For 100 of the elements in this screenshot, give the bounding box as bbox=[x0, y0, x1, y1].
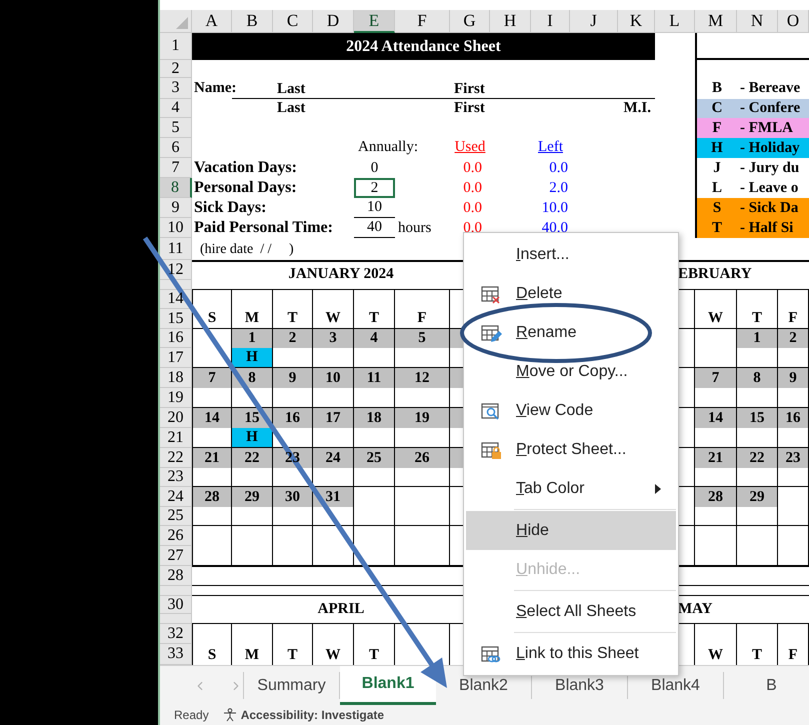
date-cell: 1 bbox=[737, 329, 778, 348]
date-cell: 18 bbox=[354, 408, 395, 428]
date-cell: 16 bbox=[778, 408, 809, 428]
balance-label: Vacation Days: bbox=[193, 158, 297, 178]
row-header[interactable]: 16 bbox=[160, 329, 192, 348]
column-header[interactable]: H bbox=[490, 10, 531, 33]
row-header[interactable]: 26 bbox=[160, 526, 192, 546]
row-header[interactable]: 32 bbox=[160, 624, 192, 644]
row-header[interactable]: 10 bbox=[160, 218, 192, 238]
date-cell: 21 bbox=[695, 448, 737, 468]
calendar-title: JANUARY 2024 bbox=[288, 267, 394, 282]
date-cell: 16 bbox=[273, 408, 313, 428]
row-header[interactable]: 25 bbox=[160, 507, 192, 526]
date-cell: 12 bbox=[395, 368, 450, 388]
menu-item[interactable]: Link to this Sheet bbox=[466, 634, 676, 673]
menu-item[interactable]: Delete bbox=[466, 274, 676, 313]
row-header[interactable]: 6 bbox=[160, 138, 192, 158]
name-label: Name: bbox=[193, 78, 236, 98]
legend-entry: T - Half Si bbox=[697, 218, 809, 238]
column-header[interactable]: E bbox=[354, 10, 395, 33]
column-header[interactable]: C bbox=[273, 10, 313, 33]
name-field-label: Last bbox=[276, 99, 306, 118]
row-header[interactable]: 18 bbox=[160, 368, 192, 388]
column-header[interactable]: B bbox=[232, 10, 273, 33]
column-header[interactable]: K bbox=[618, 10, 655, 33]
row-header[interactable]: 27 bbox=[160, 546, 192, 566]
menu-item[interactable]: Protect Sheet... bbox=[466, 430, 676, 469]
row-header[interactable]: 8 bbox=[160, 178, 192, 198]
date-cell: 9 bbox=[273, 368, 313, 388]
row-header[interactable]: 20 bbox=[160, 408, 192, 428]
row-header[interactable]: 23 bbox=[160, 468, 192, 487]
row-header[interactable]: 7 bbox=[160, 158, 192, 178]
row-header[interactable]: 28 bbox=[160, 566, 192, 586]
row-header[interactable]: 19 bbox=[160, 388, 192, 408]
annual-cell[interactable]: 2 bbox=[354, 178, 395, 198]
row-header[interactable]: 24 bbox=[160, 487, 192, 507]
column-header[interactable]: L bbox=[655, 10, 695, 33]
menu-item[interactable]: View Code bbox=[466, 391, 676, 430]
row-header[interactable]: 33 bbox=[160, 644, 192, 665]
date-cell: 3 bbox=[313, 329, 354, 348]
date-cell: 9 bbox=[778, 368, 809, 388]
hire-date-text: (hire date / / ) bbox=[199, 240, 294, 258]
row-header[interactable]: 5 bbox=[160, 118, 192, 138]
date-cell: 28 bbox=[192, 487, 232, 507]
weekday-cell: W bbox=[695, 290, 737, 329]
unit-label: hours bbox=[397, 218, 432, 238]
left-value: 10.0 bbox=[542, 198, 569, 218]
accessibility-status[interactable]: Accessibility: Investigate bbox=[240, 706, 384, 724]
left-value: 40.0 bbox=[542, 218, 569, 238]
used-value: 0.0 bbox=[463, 178, 483, 198]
legend-entry: C - Confere bbox=[697, 99, 809, 118]
row-header[interactable]: 11 bbox=[160, 238, 192, 260]
used-value: 0.0 bbox=[463, 218, 483, 238]
balance-label: Personal Days: bbox=[193, 178, 297, 198]
date-cell: 23 bbox=[778, 448, 809, 468]
menu-item[interactable]: Tab Color bbox=[466, 469, 676, 508]
date-cell: 29 bbox=[232, 487, 273, 507]
column-header[interactable]: N bbox=[737, 10, 778, 33]
row-header[interactable]: 3 bbox=[160, 78, 192, 99]
row-header[interactable]: 1 bbox=[160, 33, 192, 60]
column-header[interactable]: I bbox=[531, 10, 570, 33]
column-header[interactable]: G bbox=[450, 10, 490, 33]
legend-entry: S - Sick Da bbox=[697, 198, 809, 218]
date-cell: 29 bbox=[737, 487, 778, 507]
menu-item[interactable]: Hide bbox=[466, 511, 676, 550]
column-header[interactable]: D bbox=[313, 10, 354, 33]
annual-cell[interactable]: 0 bbox=[354, 158, 395, 178]
row-header[interactable]: 17 bbox=[160, 348, 192, 368]
used-heading: Used bbox=[454, 138, 486, 156]
annual-cell[interactable]: 10 bbox=[354, 198, 395, 218]
used-value: 0.0 bbox=[463, 198, 483, 218]
column-header[interactable]: M bbox=[695, 10, 737, 33]
name-field-label: Last bbox=[276, 80, 306, 99]
annual-cell[interactable]: 40 bbox=[354, 218, 395, 238]
menu-item[interactable]: Select All Sheets bbox=[466, 592, 676, 631]
date-cell: 14 bbox=[192, 408, 232, 428]
name-field-label: First bbox=[453, 80, 486, 99]
date-cell: 10 bbox=[313, 368, 354, 388]
date-cell: 7 bbox=[695, 368, 737, 388]
menu-item[interactable]: Move or Copy... bbox=[466, 352, 676, 391]
column-header[interactable]: J bbox=[570, 10, 618, 33]
weekday-cell: S bbox=[192, 290, 232, 329]
row-header[interactable]: 2 bbox=[160, 60, 192, 78]
column-header[interactable]: F bbox=[395, 10, 450, 33]
row-header[interactable]: 22 bbox=[160, 448, 192, 468]
row-header[interactable]: 15 bbox=[160, 309, 192, 329]
column-header[interactable]: A bbox=[192, 10, 232, 33]
row-header[interactable]: 30 bbox=[160, 596, 192, 614]
menu-item[interactable]: Rename bbox=[466, 313, 676, 352]
date-cell: 24 bbox=[313, 448, 354, 468]
column-header[interactable]: O bbox=[778, 10, 809, 33]
date-cell: 1 bbox=[232, 329, 273, 348]
row-header[interactable]: 21 bbox=[160, 428, 192, 448]
leave-code-cell: H bbox=[232, 348, 273, 368]
date-cell: 15 bbox=[737, 408, 778, 428]
sheet-tab[interactable]: Blank1 bbox=[340, 666, 436, 705]
menu-item[interactable]: Insert... bbox=[466, 235, 676, 274]
row-header[interactable]: 9 bbox=[160, 198, 192, 218]
sheet-tab[interactable]: B bbox=[724, 672, 809, 699]
row-header[interactable]: 4 bbox=[160, 99, 192, 118]
